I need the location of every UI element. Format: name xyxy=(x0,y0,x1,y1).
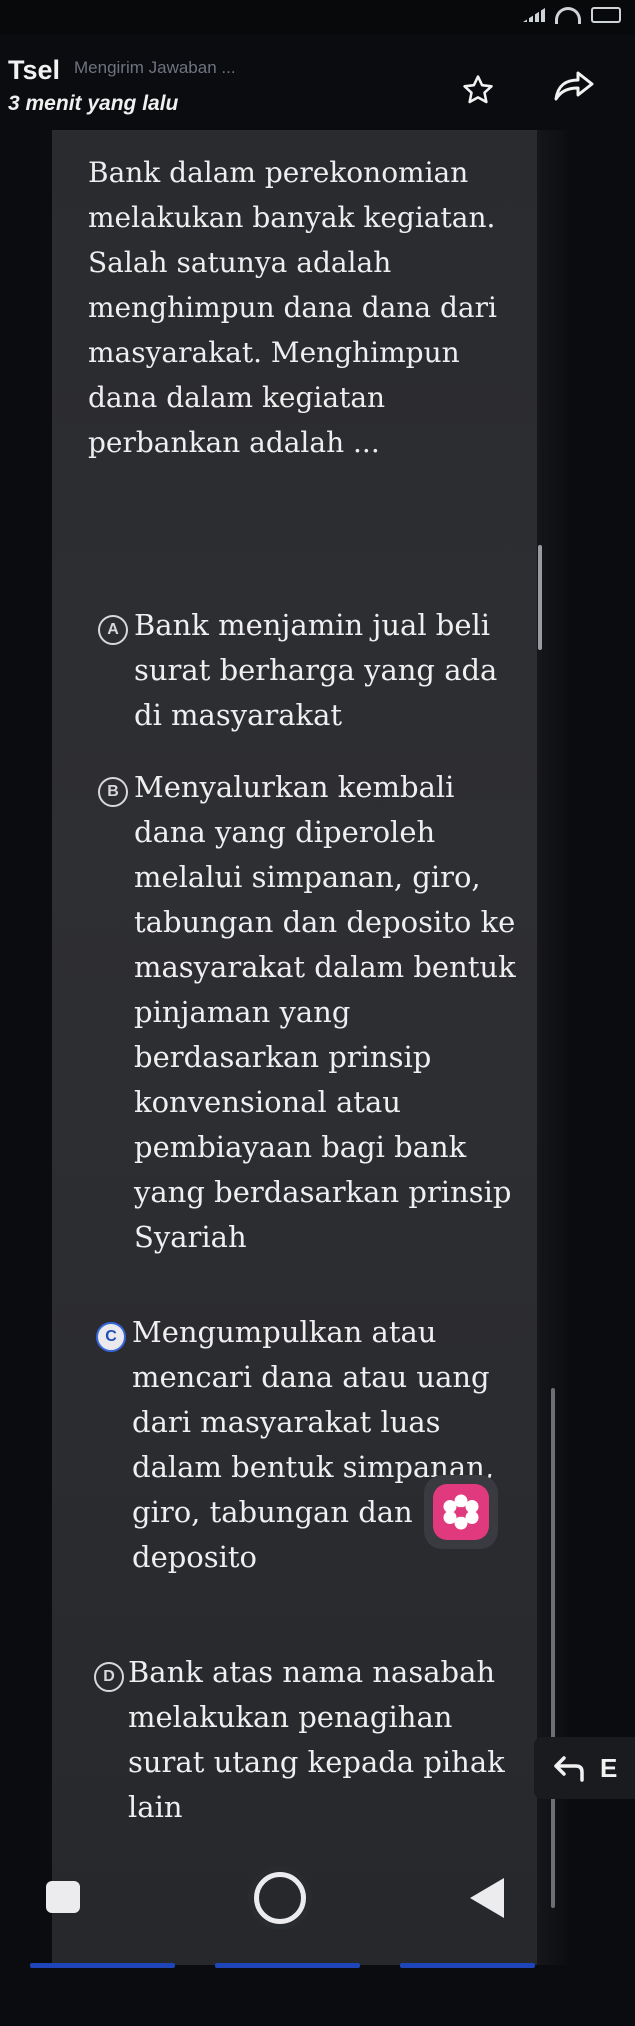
reaction-button[interactable] xyxy=(424,1475,498,1549)
scrollbar-thumb-secondary[interactable] xyxy=(551,1388,555,1908)
question-text: Bank dalam perekonomian melakukan banyak… xyxy=(88,156,497,459)
star-button[interactable] xyxy=(458,70,498,110)
wifi-icon xyxy=(555,6,581,24)
reply-chip-label: E xyxy=(600,1752,618,1783)
message-timestamp: 3 menit yang lalu xyxy=(8,92,179,115)
back-button[interactable] xyxy=(470,1878,504,1918)
sender-name: Tsel xyxy=(8,55,61,85)
page-indicator xyxy=(30,1963,535,1969)
battery-icon xyxy=(591,7,621,23)
signal-icon xyxy=(523,8,545,22)
reply-chip[interactable]: E xyxy=(534,1737,635,1799)
option-letter-b: B xyxy=(98,777,128,807)
notification-text: Mengirim Jawaban ... xyxy=(74,58,236,77)
option-letter-a: A xyxy=(98,615,128,645)
scrollbar-thumb[interactable] xyxy=(538,545,542,650)
home-button[interactable] xyxy=(254,1872,306,1924)
option-text-d: Bank atas nama nasabah melakukan penagih… xyxy=(128,1655,505,1824)
option-text-b: Menyalurkan kembali dana yang diperoleh … xyxy=(134,770,516,1254)
recent-apps-button[interactable] xyxy=(46,1881,80,1913)
option-letter-d: D xyxy=(94,1662,124,1692)
reply-icon xyxy=(554,1756,584,1782)
forward-icon xyxy=(554,71,594,101)
star-icon xyxy=(463,75,493,104)
system-icons xyxy=(501,6,621,24)
flower-icon xyxy=(443,1494,479,1530)
option-letter-c: C xyxy=(96,1322,126,1352)
forward-button[interactable] xyxy=(550,66,600,106)
option-text-a: Bank menjamin jual beli surat berharga y… xyxy=(134,608,498,732)
